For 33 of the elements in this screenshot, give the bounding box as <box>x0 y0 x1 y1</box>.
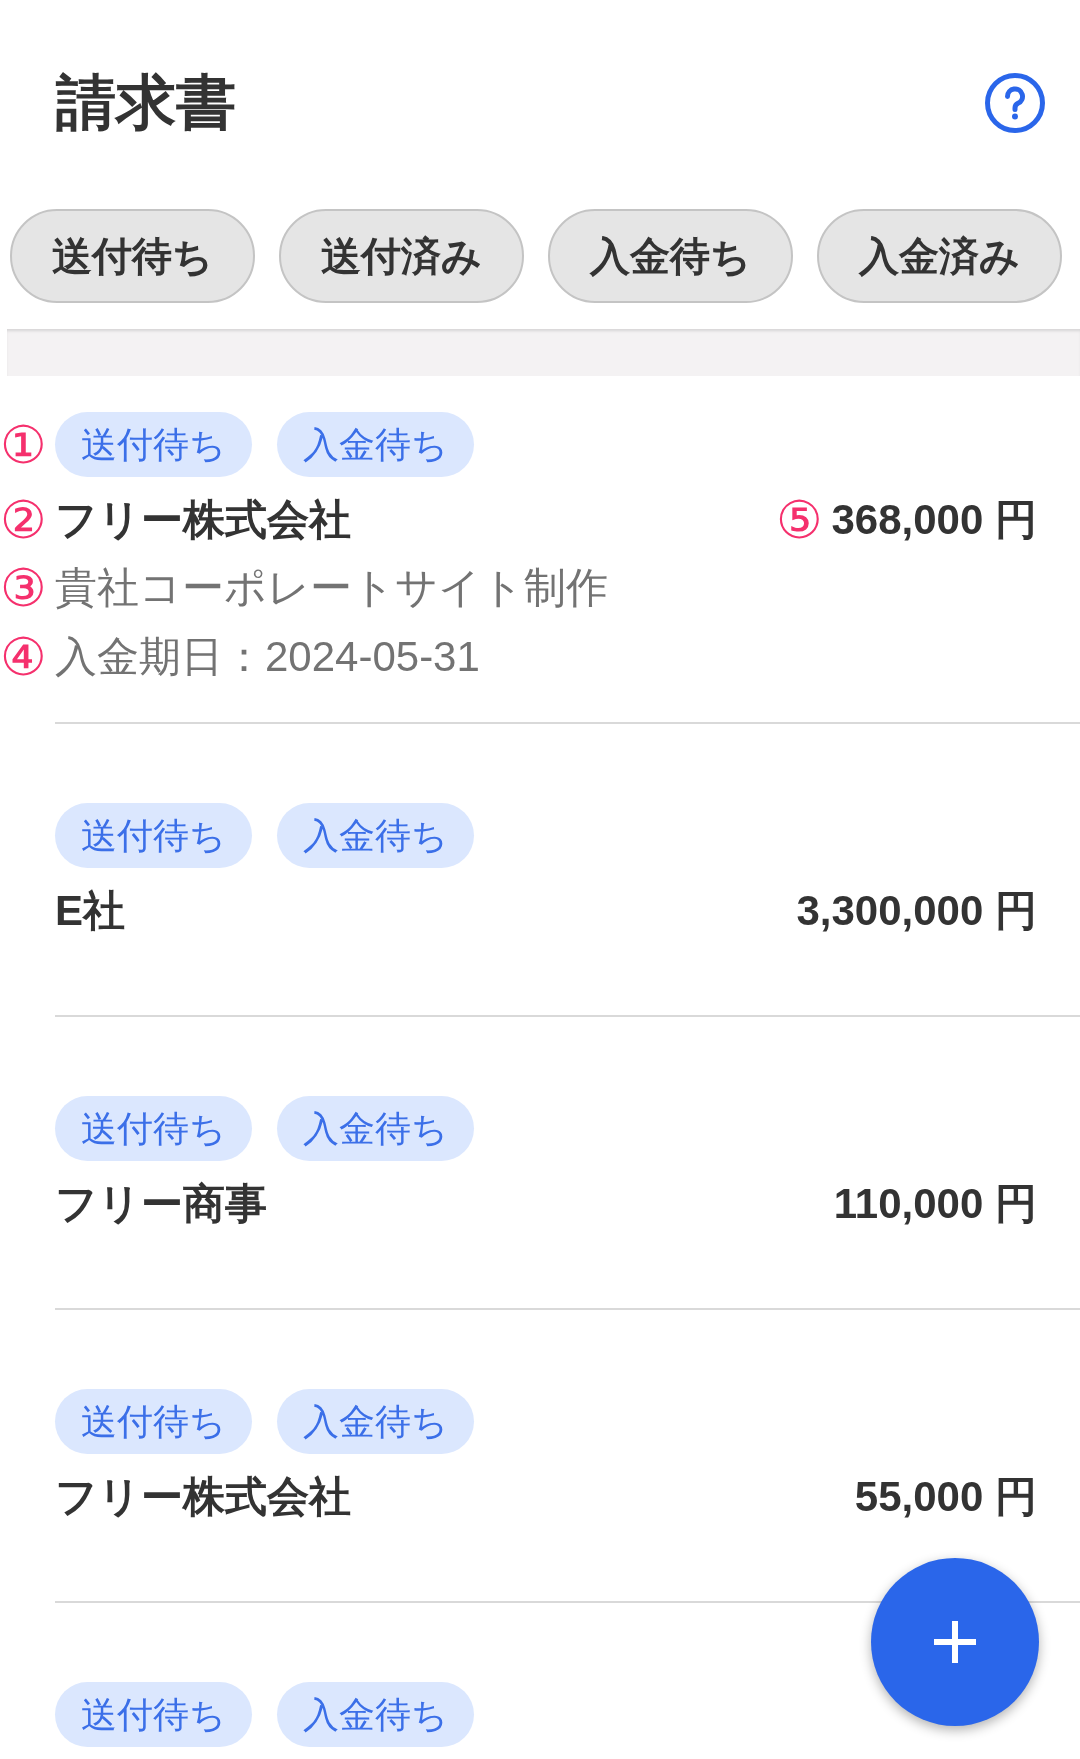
status-tag: 送付待ち <box>55 1682 252 1747</box>
page-title: 請求書 <box>56 72 236 134</box>
status-tag: 送付待ち <box>55 412 252 477</box>
callout-number: ① <box>0 418 48 471</box>
invoice-amount: 368,000 円 <box>831 496 1037 544</box>
company-name: E社 <box>55 887 125 935</box>
due-date: 入金期日：2024-05-31 <box>55 633 480 681</box>
status-tag: 入金待ち <box>277 1389 474 1454</box>
callout-number: ② <box>0 494 48 546</box>
filter-chip[interactable]: 入金済み <box>817 209 1062 303</box>
filter-chip[interactable]: 送付待ち <box>10 209 255 303</box>
add-button[interactable] <box>871 1558 1039 1726</box>
callout-number: ③ <box>0 562 48 614</box>
invoice-amount: 110,000 円 <box>833 1180 1037 1228</box>
callout-number: ⑤ <box>775 494 823 546</box>
help-icon[interactable] <box>985 73 1045 133</box>
invoice-description: 貴社コーポレートサイト制作 <box>55 564 608 612</box>
invoice-amount: 55,000 円 <box>854 1473 1037 1521</box>
status-tag: 送付待ち <box>55 1389 252 1454</box>
filter-chip[interactable]: 送付済み <box>279 209 524 303</box>
company-name: フリー株式会社 <box>55 1473 351 1521</box>
invoice-amount: 3,300,000 円 <box>796 887 1037 935</box>
callout-number: ④ <box>0 631 48 683</box>
filter-chip[interactable]: 入金待ち <box>548 209 793 303</box>
status-tag: 送付待ち <box>55 803 252 868</box>
plus-icon[interactable] <box>934 1621 976 1663</box>
status-tag: 入金待ち <box>277 412 474 477</box>
company-name: フリー商事 <box>55 1180 267 1228</box>
status-tag: 入金待ち <box>277 1096 474 1161</box>
company-name: フリー株式会社 <box>55 496 351 544</box>
status-tag: 送付待ち <box>55 1096 252 1161</box>
status-tag: 入金待ち <box>277 1682 474 1747</box>
status-tag: 入金待ち <box>277 803 474 868</box>
